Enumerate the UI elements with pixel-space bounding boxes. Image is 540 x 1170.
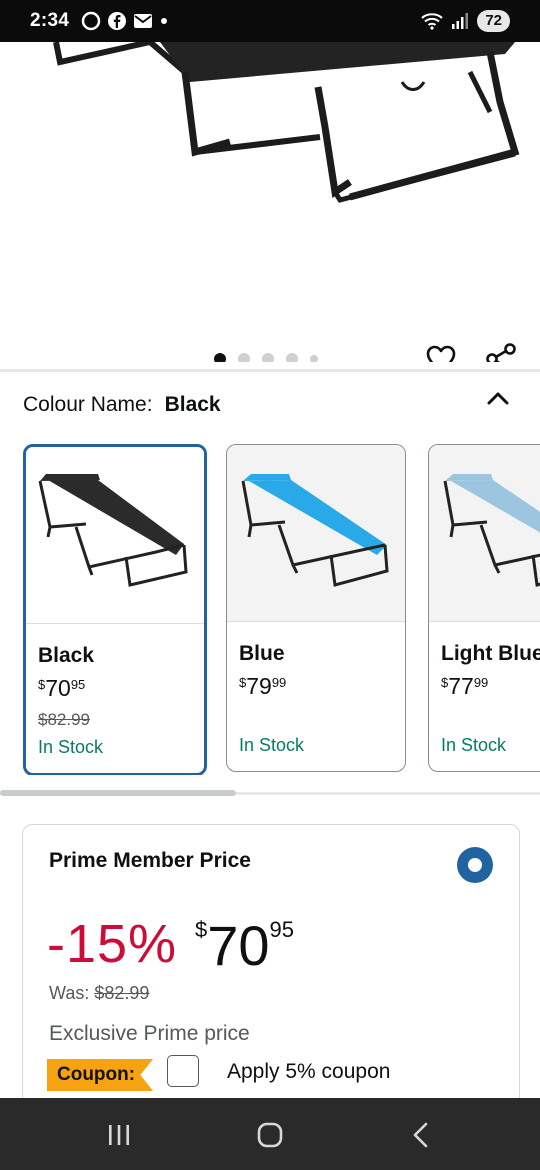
- exclusive-prime-text: Exclusive Prime price: [49, 1022, 250, 1045]
- dot-icon: [161, 18, 168, 24]
- colour-label: Colour Name:: [23, 393, 153, 416]
- circle-icon: [81, 11, 101, 31]
- status-bar: 2:34 72: [0, 0, 540, 42]
- lounger-thumbnail: [241, 474, 389, 587]
- coupon-badge: Coupon:: [47, 1059, 154, 1091]
- colour-name-row: Colour Name: Black: [23, 393, 221, 417]
- pagination-dot: [262, 353, 274, 362]
- swatch-image: [227, 445, 405, 622]
- swatch-name: Blue: [239, 642, 285, 665]
- section-divider: [0, 369, 540, 372]
- swatch-image: [429, 445, 540, 622]
- colour-swatch-carousel[interactable]: Black $7095 $82.99 In Stock Blue $7999 I…: [0, 443, 540, 775]
- pagination-dot: [238, 353, 250, 362]
- swatch-price: $7095: [38, 675, 86, 701]
- option-radio-selected[interactable]: [457, 847, 493, 883]
- back-icon[interactable]: [406, 1120, 436, 1150]
- status-time: 2:34: [30, 10, 70, 31]
- wifi-icon: [421, 13, 444, 30]
- status-right: 72: [421, 10, 510, 32]
- pagination-dot: [310, 355, 318, 362]
- prime-price: $7095: [195, 914, 295, 977]
- swatch-stock-status: In Stock: [239, 735, 305, 755]
- notification-icons: [81, 11, 169, 31]
- swatch-image: [26, 447, 204, 624]
- swatch-was-price: $82.99: [38, 710, 90, 729]
- mail-icon: [134, 14, 153, 28]
- system-navigation-bar: [0, 1098, 540, 1170]
- swatch-card-blue[interactable]: Blue $7999 In Stock: [226, 444, 406, 772]
- colour-selected-value: Black: [164, 393, 221, 416]
- prime-price-option[interactable]: Prime Member Price -15% $7095 Was: $82.9…: [22, 824, 520, 1126]
- swatch-name: Light Blue: [441, 642, 540, 665]
- swatch-stock-status: In Stock: [38, 737, 104, 757]
- share-icon[interactable]: [484, 342, 518, 362]
- was-price-line: Was: $82.99: [49, 983, 150, 1003]
- pagination-dot: [286, 353, 298, 362]
- swatch-card-light-blue[interactable]: Light Blue $7799 In Stock: [428, 444, 540, 772]
- signal-icon: [452, 13, 469, 29]
- recent-apps-icon[interactable]: [104, 1120, 134, 1150]
- image-pagination-dots: [214, 353, 318, 362]
- coupon-checkbox[interactable]: [167, 1055, 199, 1087]
- chevron-up-icon[interactable]: [485, 386, 511, 412]
- swatch-stock-status: In Stock: [441, 735, 507, 755]
- home-icon[interactable]: [255, 1120, 285, 1150]
- coupon-text[interactable]: Apply 5% coupon: [227, 1060, 390, 1084]
- battery-indicator: 72: [477, 10, 510, 32]
- swatch-name: Black: [38, 644, 95, 667]
- pagination-dot: [214, 353, 226, 362]
- swatch-price: $7999: [239, 673, 287, 699]
- discount-percentage: -15%: [47, 914, 178, 974]
- prime-title: Prime Member Price: [49, 849, 251, 872]
- product-image-gallery[interactable]: [0, 42, 540, 362]
- carousel-scrollbar[interactable]: [0, 790, 236, 796]
- lounger-thumbnail: [443, 474, 540, 587]
- facebook-icon: [108, 12, 127, 30]
- swatch-card-black[interactable]: Black $7095 $82.99 In Stock: [23, 444, 207, 775]
- swatch-price: $7799: [441, 673, 489, 699]
- product-image: [53, 42, 520, 203]
- heart-icon[interactable]: [424, 342, 458, 362]
- lounger-thumbnail: [38, 474, 188, 587]
